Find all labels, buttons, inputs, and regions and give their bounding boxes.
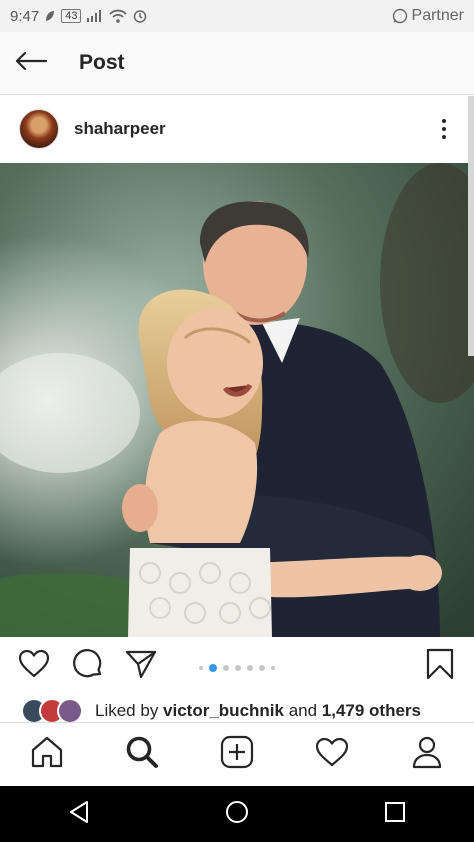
carousel-dot xyxy=(223,665,229,671)
back-arrow-icon xyxy=(15,51,48,76)
comment-button[interactable] xyxy=(71,648,105,685)
post-photo[interactable] xyxy=(0,163,474,637)
liker-avatars xyxy=(21,698,83,724)
likes-summary[interactable]: Liked by victor_buchnik and 1,479 others xyxy=(0,697,474,725)
status-bar: 9:47 43 Partner xyxy=(0,0,474,32)
back-button[interactable] xyxy=(0,32,62,94)
page-title: Post xyxy=(79,51,125,74)
whatsapp-icon xyxy=(392,8,408,24)
heart-icon xyxy=(18,649,50,683)
bottom-nav xyxy=(0,722,474,786)
profile-icon xyxy=(411,735,443,774)
more-vertical-icon-dot xyxy=(442,135,446,139)
alarm-icon xyxy=(133,9,147,23)
search-icon xyxy=(125,735,159,774)
avatar[interactable] xyxy=(19,109,59,149)
nav-search[interactable] xyxy=(112,730,172,780)
signal-icon xyxy=(87,10,103,22)
likes-prefix: Liked by xyxy=(95,701,164,720)
partner-label: Partner xyxy=(411,7,464,24)
comment-icon xyxy=(72,648,104,685)
status-time: 9:47 xyxy=(10,7,40,25)
bookmark-icon xyxy=(426,648,454,685)
app-header: Post xyxy=(0,32,474,95)
carousel-indicator xyxy=(199,664,275,672)
carousel-dot xyxy=(199,666,203,670)
send-icon xyxy=(125,649,157,684)
carousel-dot-active xyxy=(209,664,217,672)
scrollbar[interactable] xyxy=(468,96,474,356)
square-recents-icon xyxy=(384,801,406,828)
nav-profile[interactable] xyxy=(397,730,457,780)
system-recents-button[interactable] xyxy=(365,789,425,839)
carousel-dot xyxy=(247,665,253,671)
post-username[interactable]: shaharpeer xyxy=(74,119,166,139)
more-options-button[interactable] xyxy=(436,114,452,144)
nav-activity[interactable] xyxy=(302,730,362,780)
share-button[interactable] xyxy=(124,649,158,683)
more-vertical-icon-dot xyxy=(442,119,446,123)
carousel-dot xyxy=(259,665,265,671)
battery-indicator: 43 xyxy=(61,9,82,23)
home-icon xyxy=(30,736,64,773)
leaf-icon xyxy=(45,10,55,22)
likes-others[interactable]: 1,479 others xyxy=(322,701,421,720)
liker-avatar xyxy=(57,698,83,724)
likes-text: Liked by victor_buchnik and 1,479 others xyxy=(95,701,421,721)
liker-username[interactable]: victor_buchnik xyxy=(163,701,284,720)
carousel-dot xyxy=(235,665,241,671)
system-nav-bar xyxy=(0,786,474,842)
system-back-button[interactable] xyxy=(49,789,109,839)
likes-middle: and xyxy=(283,701,322,720)
triangle-back-icon xyxy=(68,800,90,829)
system-home-button[interactable] xyxy=(207,789,267,839)
heart-icon xyxy=(315,737,349,772)
carousel-dot xyxy=(271,666,275,670)
post-header: shaharpeer xyxy=(0,96,474,162)
nav-add-post[interactable] xyxy=(207,730,267,780)
add-post-icon xyxy=(220,735,254,774)
save-button[interactable] xyxy=(423,648,457,685)
couple-photo xyxy=(0,163,474,637)
more-vertical-icon-dot xyxy=(442,127,446,131)
wifi-icon xyxy=(109,9,128,23)
circle-home-icon xyxy=(225,800,249,829)
nav-home[interactable] xyxy=(17,730,77,780)
like-button[interactable] xyxy=(17,649,51,683)
